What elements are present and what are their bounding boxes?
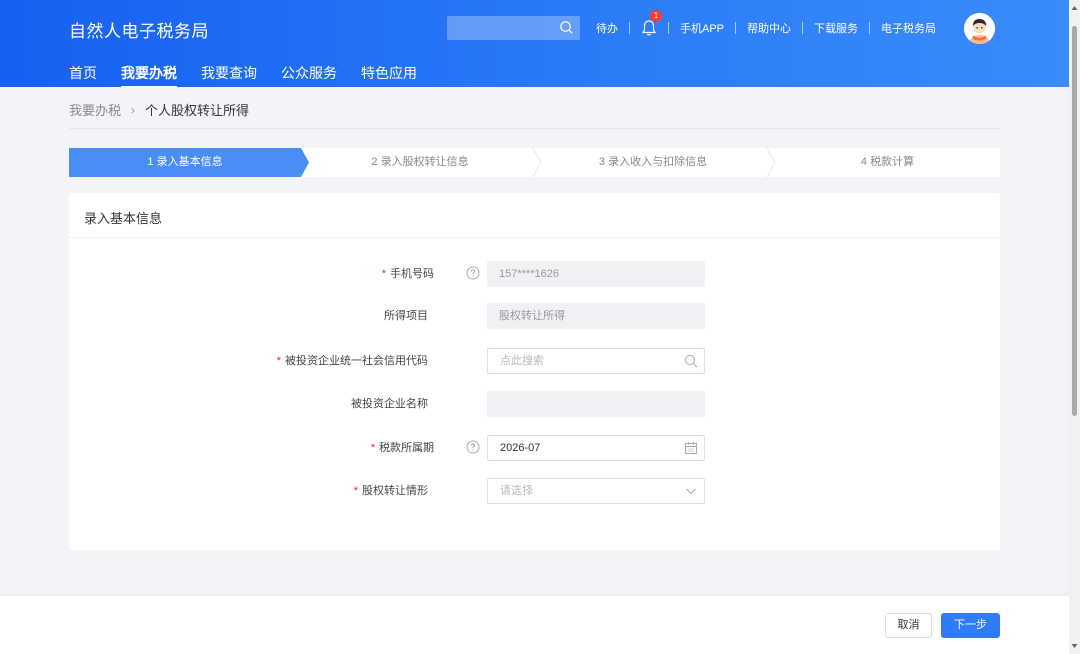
nav-item-public-service[interactable]: 公众服务 (281, 63, 337, 87)
header-search-input[interactable] (447, 16, 580, 40)
step-progress: 1 录入基本信息 2 录入股权转让信息 3 录入收入与扣除信息 4 税款计算 (69, 148, 1000, 177)
divider (69, 237, 1000, 238)
form-row-phone: * 手机号码 157****1626 (69, 261, 1000, 287)
avatar-icon (964, 13, 995, 44)
next-step-button[interactable]: 下一步 (941, 613, 1000, 638)
help-center-link[interactable]: 帮助中心 (747, 20, 791, 36)
company-name-field (487, 391, 705, 417)
step-2: 2 录入股权转让信息 (371, 156, 469, 168)
breadcrumb-parent[interactable]: 我要办税 (69, 100, 121, 119)
form-row-tax-period: * 税款所属期 2026-07 (69, 435, 1000, 461)
company-name-label-text: 被投资企业名称 (351, 398, 428, 410)
breadcrumb-current: 个人股权转让所得 (145, 103, 250, 118)
basic-info-card: 录入基本信息 * 手机号码 157****1626 所得项目 股权转让所得 * 被投… (69, 193, 1000, 550)
company-name-label: 被投资企业名称 (351, 391, 458, 417)
step-4: 4 税款计算 (860, 156, 915, 168)
help-icon[interactable] (466, 266, 480, 280)
required-mark: * (353, 485, 358, 497)
phone-label-text: 手机号码 (390, 268, 434, 280)
calendar-icon[interactable] (684, 441, 698, 455)
income-item-field: 股权转让所得 (487, 303, 705, 329)
tax-period-date-picker[interactable]: 2026-07 (487, 435, 705, 461)
form-row-income-item: 所得项目 股权转让所得 (69, 303, 1000, 329)
card-title: 录入基本信息 (84, 211, 163, 226)
credit-code-placeholder: 点此搜索 (500, 355, 544, 367)
nav-item-special-apps[interactable]: 特色应用 (361, 63, 417, 87)
nav-item-home[interactable]: 首页 (69, 63, 97, 87)
divider (629, 22, 630, 34)
footer-actions: 取消 下一步 (0, 596, 1080, 654)
divider (735, 22, 737, 34)
tax-bureau-link[interactable]: 电子税务局 (881, 20, 936, 36)
mobile-app-link[interactable]: 手机APP (680, 20, 724, 36)
form-row-transfer-type: * 股权转让情形 请选择 (69, 478, 1000, 504)
user-avatar[interactable] (964, 13, 995, 44)
header-links: 待办 1 手机APP 帮助中心 下载服务 电子税务局 (596, 10, 936, 37)
nav-item-query[interactable]: 我要查询 (201, 63, 257, 87)
divider (668, 22, 669, 34)
scroll-down-icon[interactable] (1071, 643, 1078, 649)
main-nav: 首页 我要办税 我要查询 公众服务 特色应用 (69, 63, 441, 88)
required-mark: * (370, 442, 375, 454)
scroll-up-icon[interactable] (1071, 5, 1078, 11)
notification-badge: 1 (650, 10, 662, 22)
download-service-link[interactable]: 下载服务 (814, 20, 858, 36)
income-item-label: 所得项目 (384, 303, 458, 329)
todo-link[interactable]: 待办 (596, 20, 618, 36)
divider (69, 128, 1000, 129)
step-3: 3 录入收入与扣除信息 (598, 156, 708, 168)
tax-period-value: 2026-07 (500, 442, 541, 454)
credit-code-label: * 被投资企业统一社会信用代码 (277, 348, 458, 374)
search-icon[interactable] (684, 354, 698, 368)
tax-period-label-text: 税款所属期 (379, 442, 434, 454)
credit-code-search-input[interactable]: 点此搜索 (487, 348, 705, 374)
transfer-type-placeholder: 请选择 (500, 485, 533, 497)
chevron-down-icon[interactable] (684, 484, 698, 498)
breadcrumb-separator: › (131, 102, 136, 117)
tax-period-label: * 税款所属期 (371, 435, 458, 461)
transfer-type-label-text: 股权转让情形 (362, 485, 428, 497)
breadcrumb: 我要办税 › 个人股权转让所得 (69, 100, 249, 119)
site-logo[interactable]: 自然人电子税务局 (69, 17, 209, 42)
income-item-label-text: 所得项目 (384, 310, 428, 322)
top-header: 自然人电子税务局 待办 1 手机APP 帮助中心 下载服务 电子税务局 首页 我… (0, 0, 1080, 88)
notification-button[interactable]: 1 (641, 10, 662, 37)
step-1: 1 录入基本信息 (147, 156, 223, 168)
nav-item-tax-handling[interactable]: 我要办税 (121, 63, 177, 88)
help-icon[interactable] (466, 440, 480, 454)
page-scrollbar[interactable] (1069, 0, 1080, 654)
form-row-company-name: 被投资企业名称 (69, 391, 1000, 417)
divider (802, 22, 804, 34)
phone-label: * 手机号码 (382, 261, 458, 287)
cancel-button[interactable]: 取消 (885, 613, 932, 638)
divider (869, 22, 871, 34)
required-mark: * (381, 268, 386, 280)
credit-code-label-text: 被投资企业统一社会信用代码 (285, 355, 428, 367)
form-row-credit-code: * 被投资企业统一社会信用代码 点此搜索 (69, 348, 1000, 374)
phone-field: 157****1626 (487, 261, 705, 287)
search-icon[interactable] (559, 20, 574, 35)
transfer-type-select[interactable]: 请选择 (487, 478, 705, 504)
scroll-thumb[interactable] (1072, 26, 1077, 416)
required-mark: * (276, 355, 281, 367)
transfer-type-label: * 股权转让情形 (354, 478, 458, 504)
